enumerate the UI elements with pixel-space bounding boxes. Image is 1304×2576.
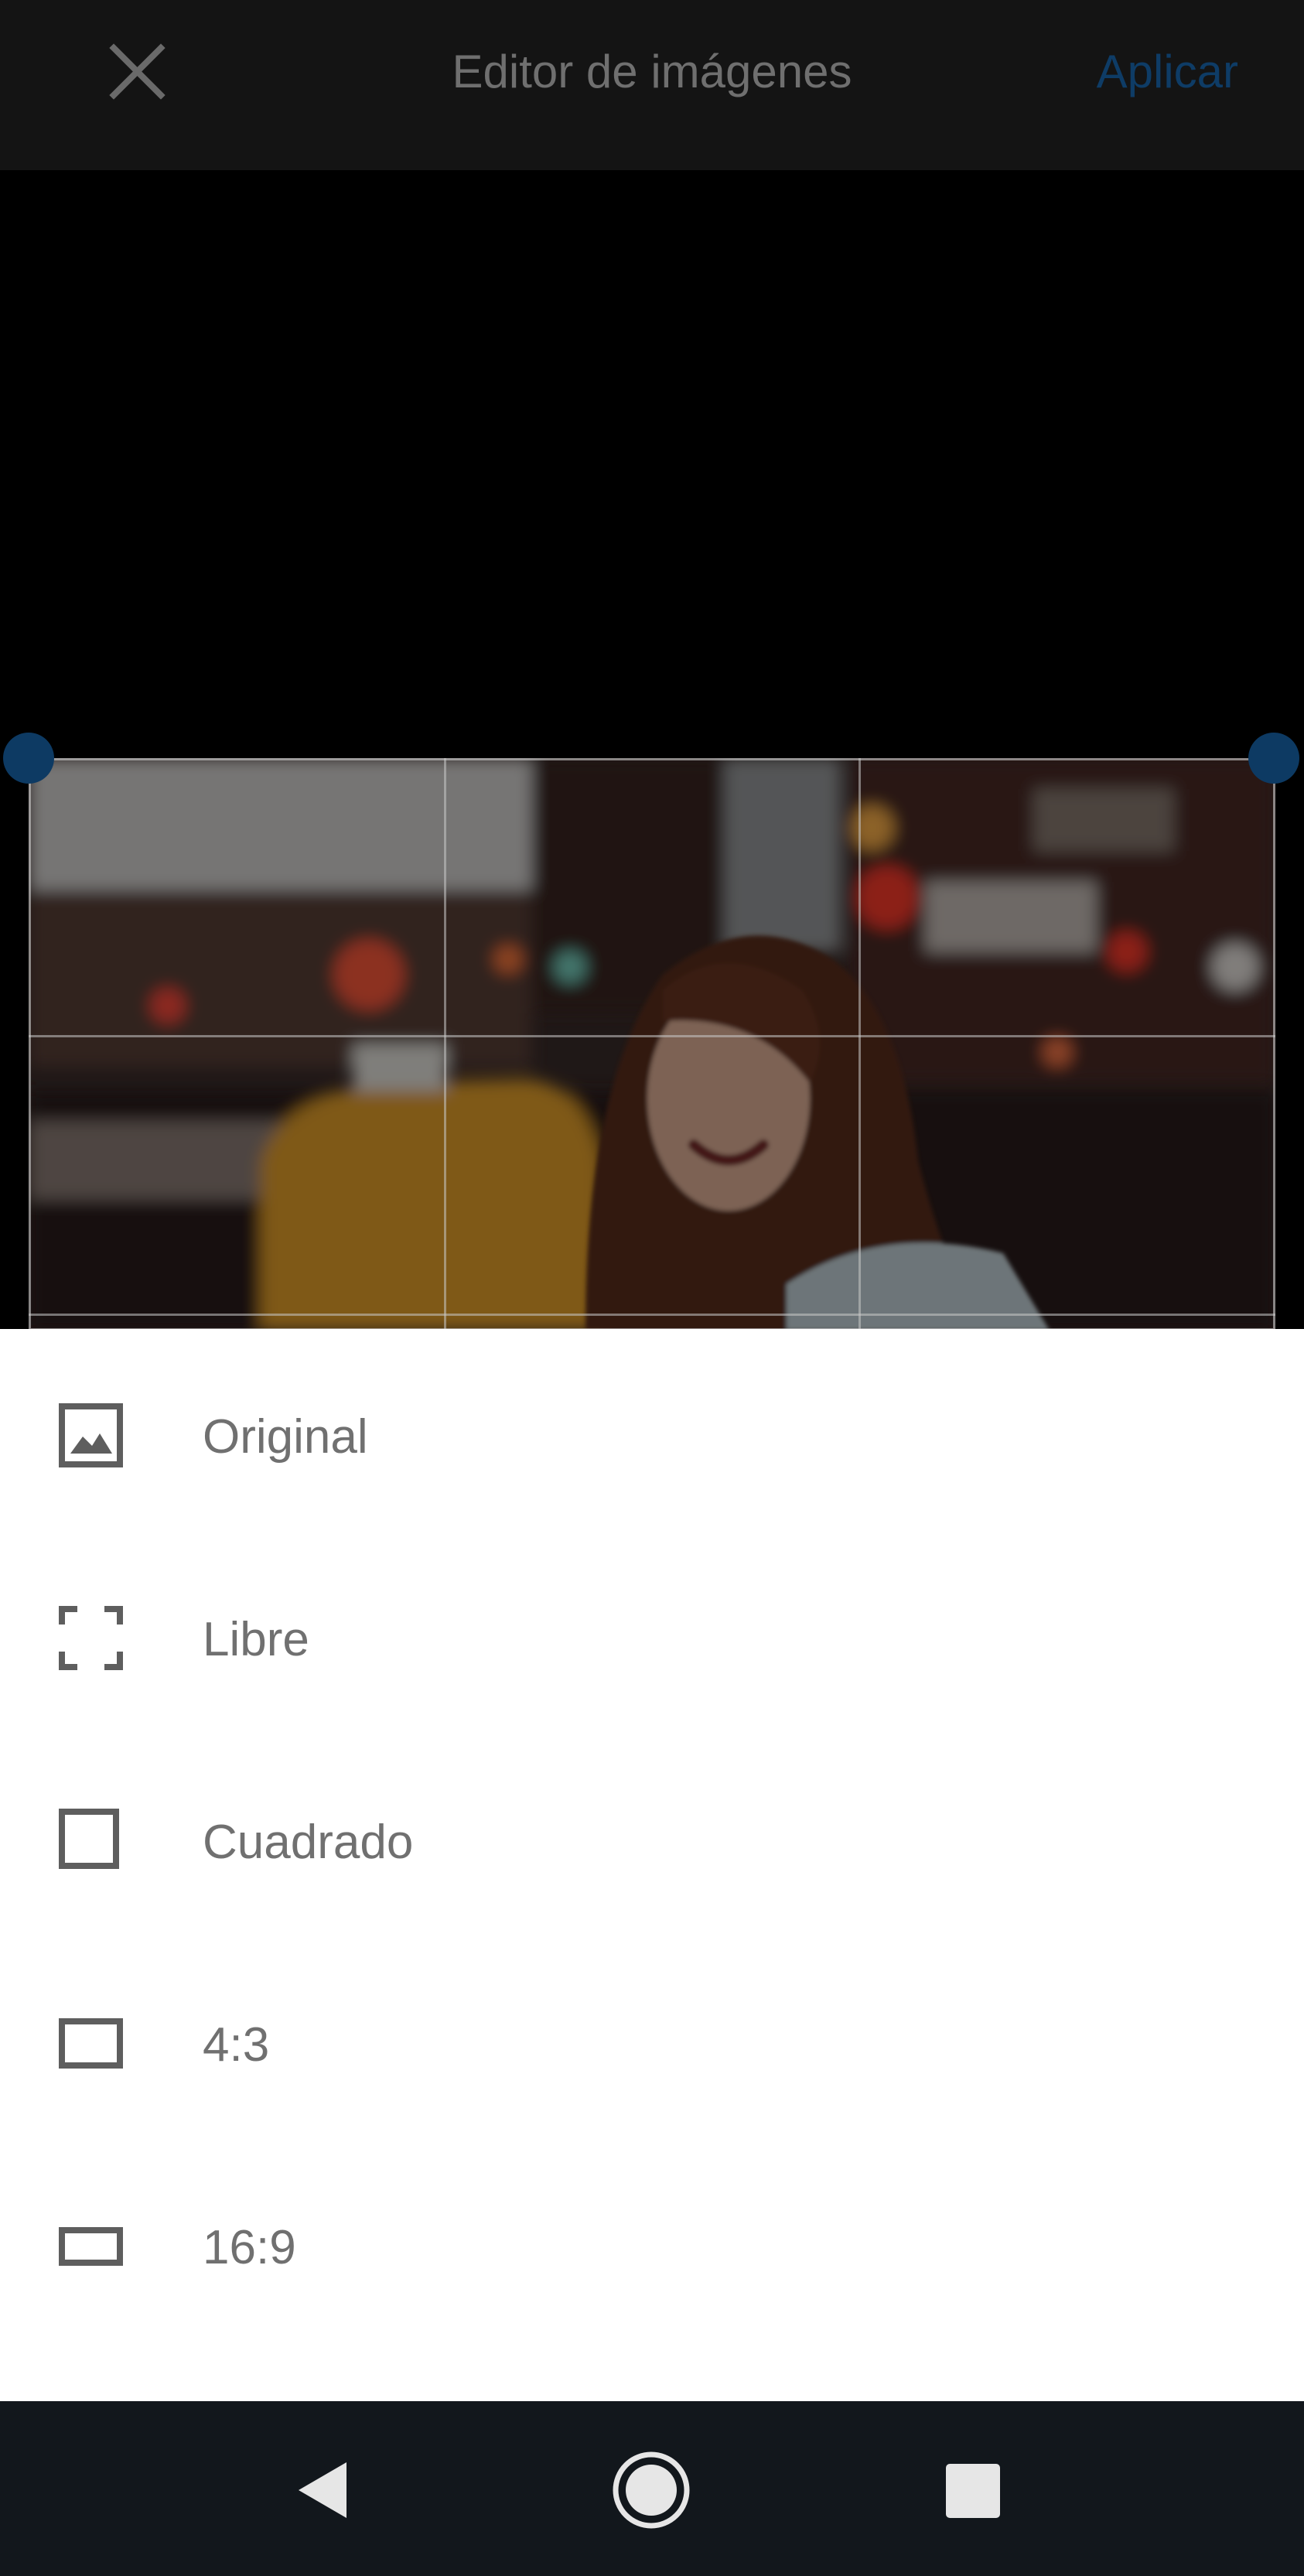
image-canvas[interactable] (0, 170, 1304, 1329)
free-crop-icon (59, 1606, 123, 1670)
aspect-option-16-9[interactable]: 16:9 (0, 2140, 1304, 2342)
aspect-option-label: 4:3 (203, 2018, 270, 2072)
image-icon (59, 1403, 123, 1467)
aspect-option-label: Cuadrado (203, 1816, 414, 1869)
aspect-option-4-3[interactable]: 4:3 (0, 1937, 1304, 2140)
aspect-option-cuadrado[interactable]: Cuadrado (0, 1734, 1304, 1937)
system-navigation-bar (0, 2401, 1304, 2576)
back-icon[interactable] (292, 2459, 354, 2521)
aspect-option-label: Original (203, 1410, 368, 1464)
aspect-option-label: 16:9 (203, 2221, 296, 2274)
home-icon[interactable] (611, 2450, 691, 2530)
top-app-bar: Editor de imágenes Aplicar (0, 0, 1304, 170)
aspect-option-label: Libre (203, 1613, 309, 1666)
square-icon (59, 1809, 119, 1869)
crop-handle-top-left[interactable] (3, 733, 54, 784)
rect-16-9-icon (59, 2227, 123, 2266)
aspect-option-original[interactable]: Original (0, 1329, 1304, 1532)
aspect-ratio-sheet: Original Libre Cuadrado 4:3 16:9 (0, 1329, 1304, 2401)
crop-handle-top-right[interactable] (1248, 733, 1299, 784)
recents-icon[interactable] (945, 2463, 1001, 2519)
crop-frame[interactable] (29, 758, 1275, 1329)
apply-button[interactable]: Aplicar (1097, 43, 1238, 101)
aspect-option-libre[interactable]: Libre (0, 1532, 1304, 1734)
rect-4-3-icon (59, 2018, 123, 2069)
